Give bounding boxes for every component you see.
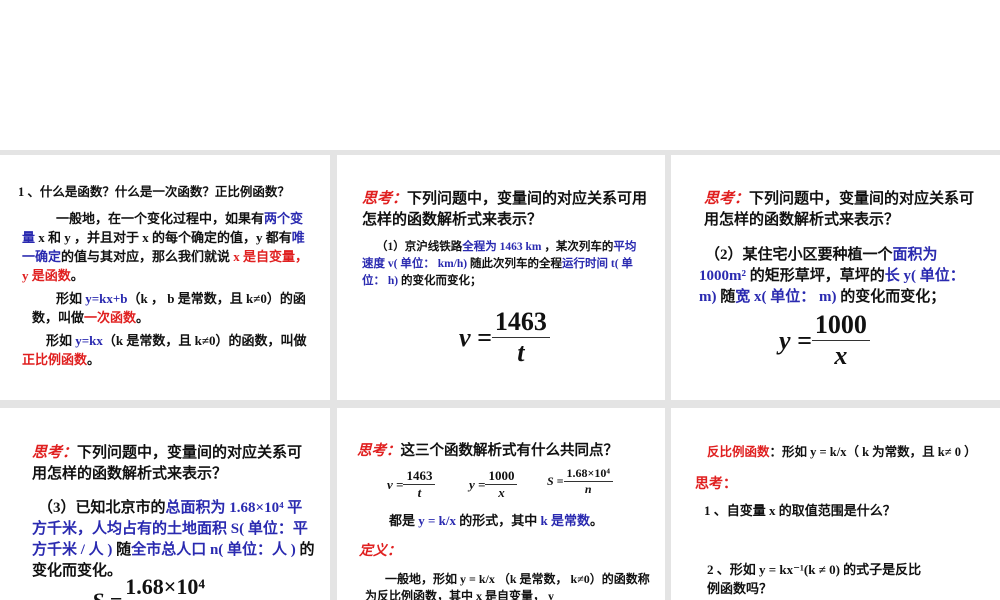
think-label: 思考： — [362, 189, 408, 207]
problem-3: （3）已知北京市的总面积为 1.68×10⁴ 平方千米，人均占有的土地面积 S(… — [32, 498, 317, 582]
problem-2: （2）某住宅小区要种植一个面积为 1000m² 的矩形草坪，草坪的长 y( 单位… — [699, 245, 984, 308]
body-text: 的变化而变化； — [836, 289, 946, 305]
prompt-text: 这三个函数解析式有什么共同点？ — [401, 443, 619, 459]
formula-denominator: x — [498, 485, 505, 500]
formula-numerator: 1.68×10⁴ — [563, 466, 613, 482]
think-prompt: 思考：下列问题中，变量间的对应关系可用怎样的函数解析式来表示？ — [32, 442, 317, 485]
body-text: 都是 — [389, 513, 419, 528]
highlight-red-text: 正比例函数 — [22, 352, 88, 367]
question-2: 2 、形如 y = kx⁻¹(k ≠ 0) 的式子是反比例函数吗？ — [707, 560, 927, 598]
highlight-red-text: 一次函数 — [84, 310, 137, 325]
formula-s: S =1.68×10⁴n — [92, 574, 208, 600]
highlight-blue-text: y = k/x — [418, 513, 457, 528]
formula-denominator: x — [834, 341, 848, 370]
body-text: 的矩形草坪，草坪的 — [746, 268, 885, 284]
think-label: 思考： — [357, 442, 401, 459]
question-1: 1 、自变量 x 的取值范围是什么？ — [704, 501, 989, 520]
inverse-function-definition: 反比例函数：形如 y = k/x（ k 为常数，且 k≠ 0 ） — [707, 444, 992, 461]
body-text: 。 — [87, 352, 101, 367]
formula-y: y = 1000 x — [469, 468, 518, 501]
body-text: 2 、形如 y = kx⁻¹(k ≠ 0) 的式子是反比例函数吗？ — [707, 562, 922, 596]
highlight-red-text: 反比例函数 — [707, 445, 770, 459]
slide-3[interactable]: 思考：下列问题中，变量间的对应关系可用怎样的函数解析式来表示？ （2）某住宅小区… — [671, 155, 1000, 400]
formula-lhs: y = — [469, 476, 486, 492]
slide-5[interactable]: 思考：这三个函数解析式有什么共同点？ v = 1463 t y = 1000 x S =… — [337, 408, 665, 600]
formula-lhs: S = — [92, 587, 123, 600]
think-prompt: 思考：下列问题中，变量间的对应关系可用怎样的函数解析式来表示？ — [704, 188, 989, 231]
formula-lhs: v = — [387, 476, 404, 492]
slide-1[interactable]: 1 、什么是函数？什么是一次函数？正比例函数？ 一般地，在一个变化过程中，如果有… — [0, 155, 330, 400]
body-text: 。 — [590, 513, 604, 528]
highlight-blue-text: 宽 x( 单位： m) — [735, 289, 837, 305]
question-heading: 1 、什么是函数？什么是一次函数？正比例函数？ — [18, 183, 328, 202]
body-text: 的形式，其中 — [456, 513, 541, 528]
body-text: 的变化而变化； — [398, 275, 482, 287]
proportional-function-definition: 形如 y=kx（k 是常数，且 k≠0）的函数，叫做正比例函数。 — [22, 331, 314, 369]
body-text: 的值与其对应，那么我们就说 — [61, 249, 234, 264]
body-text: 一般地，在一个变化过程中，如果有 — [56, 211, 265, 226]
highlight-blue-text: k 是常数 — [540, 513, 591, 528]
formula-numerator: 1463 — [491, 307, 550, 338]
body-text: （1）京沪线铁路 — [376, 241, 463, 253]
inverse-definition: 一般地，形如 y = k/x （k 是常数， k≠0）的函数称为反比例函数，其中… — [365, 571, 655, 600]
body-text: 1 、什么是函数？什么是一次函数？正比例函数？ — [18, 185, 290, 199]
body-text: 随 — [716, 289, 736, 305]
slide-4[interactable]: 思考：下列问题中，变量间的对应关系可用怎样的函数解析式来表示？ （3）已知北京市… — [0, 408, 330, 600]
formula-numerator: 1.68×10⁴ — [122, 574, 208, 600]
formula-v: v = 1463 t — [387, 468, 436, 501]
highlight-blue-text: y=kx — [75, 333, 103, 348]
body-text: （2）某住宅小区要种植一个 — [705, 247, 893, 263]
formula-denominator: t — [417, 485, 422, 500]
body-text: 随 — [112, 542, 132, 558]
body-text: x 和 y ，并且对于 x 的每个确定的值，y 都有 — [35, 230, 292, 245]
linear-function-definition: 形如 y=kx+b（k ， b 是常数，且 k≠0）的函数，叫做一次函数。 — [32, 289, 314, 327]
definition-label: 定义： — [359, 543, 401, 559]
slide-6[interactable]: 反比例函数：形如 y = k/x（ k 为常数，且 k≠ 0 ） 思考： 1 、… — [671, 408, 1000, 600]
problem-1: （1）京沪线铁路全程为 1463 km ，某次列车的平均速度 v( 单位： km… — [362, 239, 647, 290]
formula-lhs: S = — [547, 474, 564, 488]
body-text: 一般地，形如 y = k/x （k 是常数， k≠0）的函数称为反比例函数，其中… — [365, 572, 650, 600]
formula-lhs: v = — [459, 322, 492, 352]
formula-numerator: 1463 — [403, 468, 436, 485]
body-text: （3）已知北京市的 — [38, 500, 166, 516]
highlight-blue-text: y=kx+b — [85, 291, 128, 306]
body-text: （k 是常数，且 k≠0）的函数，叫做 — [102, 333, 307, 348]
formula-denominator: n — [584, 482, 592, 496]
body-text: 。 — [136, 310, 150, 325]
think-label: 思考： — [695, 476, 737, 492]
body-text: 这三个函数解析式有什么共同点？ — [400, 443, 619, 459]
body-text: 形如 — [46, 333, 76, 348]
formula-denominator: t — [517, 338, 525, 367]
body-text: ：形如 y = k/x（ k 为常数，且 k≠ 0 ） — [769, 445, 977, 459]
slide-2[interactable]: 思考：下列问题中，变量间的对应关系可用怎样的函数解析式来表示？ （1）京沪线铁路… — [337, 155, 665, 400]
formula-lhs: y = — [779, 325, 812, 355]
formula-v: v = 1463 t — [459, 307, 550, 368]
formula-s: S =1.68×10⁴n — [547, 466, 613, 497]
body-text: 。 — [70, 268, 84, 283]
highlight-blue-text: 全市总人口 n( 单位：人 ) — [131, 542, 296, 558]
think-label: 思考： — [704, 189, 750, 207]
think-prompt: 思考：这三个函数解析式有什么共同点？ — [357, 440, 662, 462]
highlight-blue-text: 全程为 1463 km — [462, 241, 542, 253]
formula-numerator: 1000 — [485, 468, 518, 485]
body-text: ，某次列车的 — [541, 241, 614, 253]
formula-y: y = 1000 x — [779, 310, 870, 371]
common-form: 都是 y = k/x 的形式，其中 k 是常数。 — [389, 511, 659, 530]
think-prompt: 思考：下列问题中，变量间的对应关系可用怎样的函数解析式来表示？ — [362, 188, 657, 231]
body-text: 1 、自变量 x 的取值范围是什么？ — [704, 503, 896, 518]
body-text: 随此次列车的全程 — [467, 258, 562, 270]
formula-numerator: 1000 — [811, 310, 870, 341]
function-definition: 一般地，在一个变化过程中，如果有两个变量 x 和 y ，并且对于 x 的每个确定… — [22, 209, 314, 285]
body-text: 形如 — [56, 291, 86, 306]
think-label: 思考： — [32, 443, 78, 461]
